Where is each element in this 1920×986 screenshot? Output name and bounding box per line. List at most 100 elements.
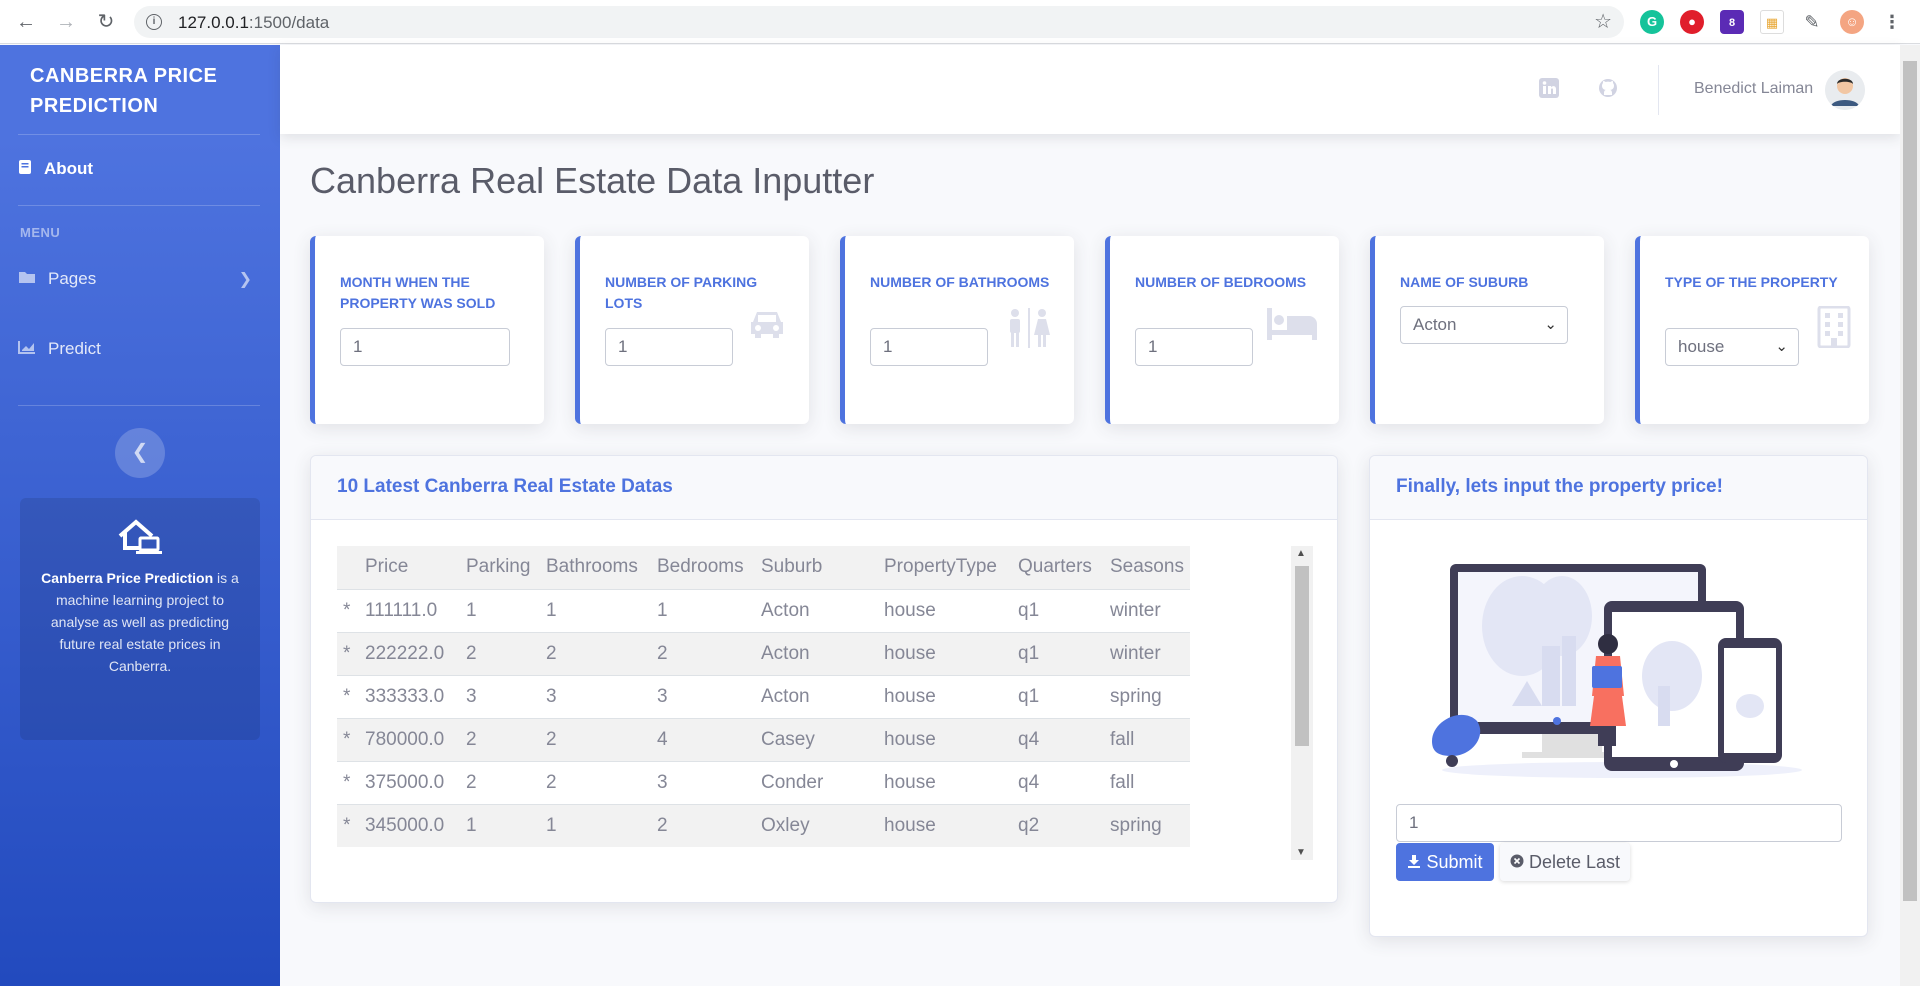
puzzle-icon[interactable]: ✎: [1800, 10, 1824, 34]
property-type-select-value: house: [1678, 337, 1725, 356]
table-cell: winter: [1104, 588, 1190, 632]
price-input[interactable]: 1: [1396, 804, 1842, 842]
topbar-divider: [1658, 65, 1659, 115]
table-row: * 222222.0 2 2 2 Acton house q1 winter: [337, 631, 1190, 675]
browser-toolbar: ← → ↻ i 127.0.0.1:1500/data ☆ G ● 8 ▦ ✎ …: [0, 0, 1920, 44]
table-cell: house: [878, 588, 1012, 632]
address-bar[interactable]: i 127.0.0.1:1500/data ☆: [134, 6, 1624, 38]
bedrooms-input[interactable]: 1: [1135, 328, 1253, 366]
table-cell: 780000.0: [359, 717, 460, 761]
table-scrollbar[interactable]: ▲ ▼: [1291, 546, 1313, 860]
table-cell: fall: [1104, 717, 1190, 761]
column-header: Parking: [460, 546, 540, 589]
bathrooms-label: NUMBER OF BATHROOMS: [870, 274, 1050, 290]
price-input-card: Finally, lets input the property price! …: [1369, 455, 1868, 937]
parking-card: NUMBER OF PARKING LOTS 1: [575, 236, 809, 424]
scroll-up-icon[interactable]: ▲: [1296, 548, 1306, 559]
table-cell: Casey: [755, 717, 878, 761]
sidebar-toggle-button[interactable]: ❮: [115, 428, 165, 478]
table-cell: winter: [1104, 631, 1190, 675]
table-cell: *: [337, 674, 359, 718]
table-row: * 780000.0 2 2 4 Casey house q4 fall: [337, 717, 1190, 761]
reload-icon[interactable]: ↻: [94, 10, 118, 34]
scroll-down-icon[interactable]: ▼: [1296, 847, 1306, 858]
forward-icon[interactable]: →: [54, 10, 78, 34]
grammarly-icon[interactable]: G: [1640, 10, 1664, 34]
devices-illustration: [1432, 564, 1802, 778]
profile-avatar-icon[interactable]: ☺: [1840, 10, 1864, 34]
page-title: Canberra Real Estate Data Inputter: [310, 160, 875, 201]
url-text: 127.0.0.1:1500/data: [178, 13, 330, 32]
data-table: Price Parking Bathrooms Bedrooms Suburb …: [337, 546, 1190, 847]
table-cell: q1: [1012, 674, 1104, 718]
page-scrollbar[interactable]: [1900, 45, 1920, 986]
bathrooms-input[interactable]: 1: [870, 328, 988, 366]
table-cell: 2: [460, 760, 540, 804]
book-icon: [18, 159, 44, 180]
chevron-down-icon: ⌄: [1775, 338, 1788, 355]
table-scrollbar-thumb[interactable]: [1295, 566, 1309, 746]
sidebar-heading: MENU: [20, 225, 61, 240]
column-header: Seasons: [1104, 546, 1190, 589]
property-type-select[interactable]: house ⌄: [1665, 328, 1799, 366]
table-cell: *: [337, 588, 359, 632]
column-header: PropertyType: [878, 546, 1012, 589]
table-cell: *: [337, 760, 359, 804]
bookmark-star-icon[interactable]: ☆: [1594, 9, 1612, 34]
delete-last-button[interactable]: Delete Last: [1500, 843, 1630, 881]
table-cell: Oxley: [755, 803, 878, 847]
sidebar-item-about[interactable]: About: [18, 149, 262, 189]
table-cell: q4: [1012, 760, 1104, 804]
sidebar-item-pages[interactable]: Pages ❯: [18, 259, 262, 299]
bed-icon: [1267, 308, 1317, 345]
adblock-icon[interactable]: ●: [1680, 10, 1704, 34]
table-cell: 1: [540, 588, 651, 632]
sidebar-card-text: Canberra Price Prediction is a machine l…: [40, 567, 240, 677]
bedrooms-label: NUMBER OF BEDROOMS: [1135, 274, 1307, 290]
table-cell: 1: [540, 803, 651, 847]
back-icon[interactable]: ←: [14, 10, 38, 34]
sidebar-item-label: About: [44, 159, 94, 178]
menu-kebab-icon[interactable]: ⋮: [1880, 10, 1904, 34]
sidebar-item-predict[interactable]: Predict: [18, 329, 262, 369]
extension-icon[interactable]: 8: [1720, 10, 1744, 34]
user-name[interactable]: Benedict Laiman: [1694, 80, 1813, 98]
parking-input[interactable]: 1: [605, 328, 733, 366]
table-cell: Conder: [755, 760, 878, 804]
column-header: Bathrooms: [540, 546, 651, 589]
sidebar-item-label: Predict: [48, 339, 101, 358]
month-label: MONTH WHEN THE PROPERTY WAS SOLD: [340, 274, 496, 311]
scrollbar-thumb[interactable]: [1903, 61, 1917, 901]
sidebar-card-title: Canberra Price Prediction: [41, 570, 214, 586]
card-header: 10 Latest Canberra Real Estate Datas: [311, 456, 1337, 520]
table-cell: 3: [460, 674, 540, 718]
table-cell: 2: [651, 631, 755, 675]
column-header: Quarters: [1012, 546, 1104, 589]
property-type-card: TYPE OF THE PROPERTY house ⌄: [1635, 236, 1869, 424]
chart-icon: [18, 340, 48, 359]
table-cell: 111111.0: [359, 588, 460, 632]
info-icon[interactable]: i: [146, 14, 162, 30]
avatar[interactable]: [1825, 70, 1865, 110]
table-cell: q4: [1012, 717, 1104, 761]
table-cell: 345000.0: [359, 803, 460, 847]
linkedin-icon[interactable]: [1539, 78, 1559, 104]
table-cell: 2: [540, 631, 651, 675]
submit-button[interactable]: Submit: [1396, 843, 1494, 881]
property-type-label: TYPE OF THE PROPERTY: [1665, 274, 1838, 290]
github-icon[interactable]: [1598, 78, 1618, 104]
table-header-row: Price Parking Bathrooms Bedrooms Suburb …: [337, 546, 1190, 589]
table-cell: house: [878, 717, 1012, 761]
sidebar-divider: [18, 134, 260, 135]
suburb-select[interactable]: Acton ⌄: [1400, 306, 1568, 344]
table-cell: *: [337, 717, 359, 761]
sidebar-info-card: Canberra Price Prediction is a machine l…: [20, 498, 260, 740]
brand-title[interactable]: CANBERRA PRICE PREDICTION: [30, 61, 260, 121]
month-input[interactable]: 1: [340, 328, 510, 366]
table-cell: 2: [651, 803, 755, 847]
table-cell: Acton: [755, 588, 878, 632]
submit-label: Submit: [1426, 852, 1483, 872]
table-cell: q1: [1012, 631, 1104, 675]
table-cell: spring: [1104, 803, 1190, 847]
calendar-icon[interactable]: ▦: [1760, 10, 1784, 34]
